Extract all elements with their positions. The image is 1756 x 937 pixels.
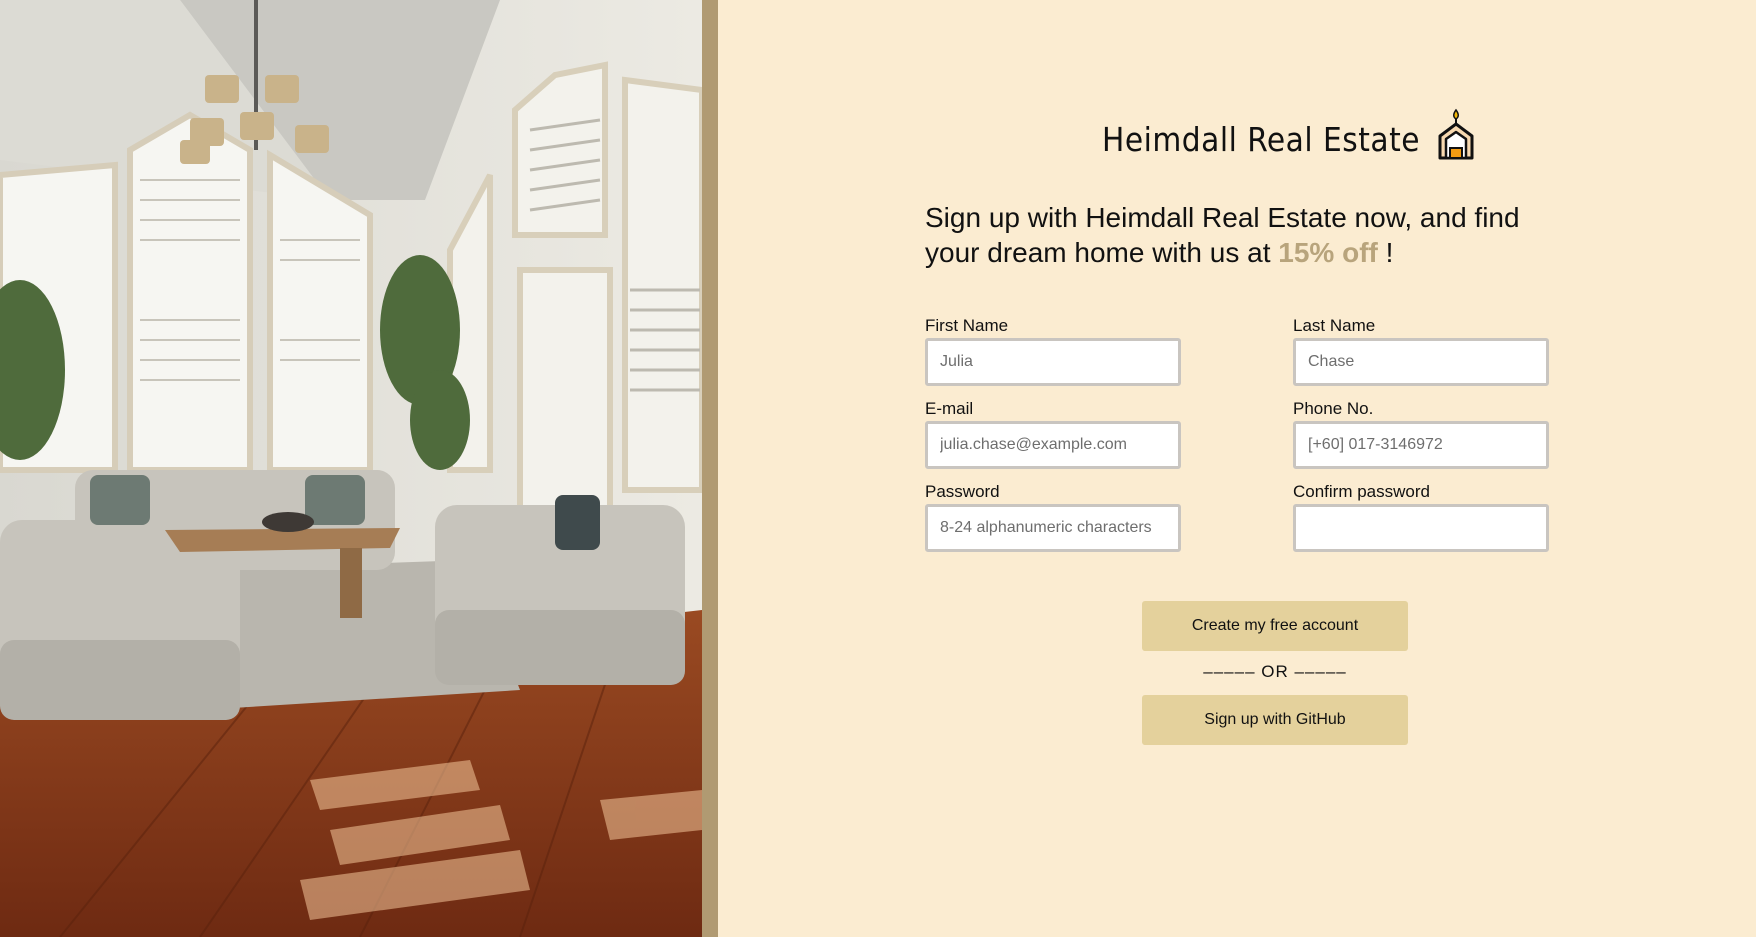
github-signup-button[interactable]: Sign up with GitHub	[1142, 695, 1408, 745]
headline-line-2: your dream home with us at 15% off !	[925, 235, 1565, 270]
or-separator: ––––– OR –––––	[1203, 662, 1347, 681]
confirm-password-label: Confirm password	[1293, 482, 1430, 501]
password-input[interactable]	[925, 504, 1181, 552]
headline-line-1: Sign up with Heimdall Real Estate now, a…	[925, 202, 1520, 233]
last-name-group: Last Name	[1293, 316, 1549, 386]
headline: Sign up with Heimdall Real Estate now, a…	[925, 200, 1565, 270]
first-name-input[interactable]	[925, 338, 1181, 386]
password-group: Password	[925, 482, 1181, 552]
first-name-group: First Name	[925, 316, 1181, 386]
email-label: E-mail	[925, 399, 974, 418]
brand: Heimdall Real Estate	[1102, 106, 1476, 160]
headline-line-2-suffix: !	[1377, 237, 1394, 268]
phone-label: Phone No.	[1293, 399, 1374, 418]
panel-divider	[702, 0, 718, 937]
email-group: E-mail	[925, 399, 1181, 469]
last-name-input[interactable]	[1293, 338, 1549, 386]
last-name-label: Last Name	[1293, 316, 1376, 335]
discount-highlight: 15% off	[1278, 237, 1378, 268]
first-name-label: First Name	[925, 316, 1009, 335]
create-account-button[interactable]: Create my free account	[1142, 601, 1408, 651]
headline-line-2-prefix: your dream home with us at	[925, 237, 1279, 268]
password-label: Password	[925, 482, 1000, 501]
house-candle-icon	[1438, 108, 1474, 160]
living-room-photo	[0, 0, 702, 937]
confirm-password-group: Confirm password	[1293, 482, 1549, 552]
brand-name: Heimdall Real Estate	[1102, 120, 1420, 159]
confirm-password-input[interactable]	[1293, 504, 1549, 552]
email-input[interactable]	[925, 421, 1181, 469]
phone-input[interactable]	[1293, 421, 1549, 469]
phone-group: Phone No.	[1293, 399, 1549, 469]
